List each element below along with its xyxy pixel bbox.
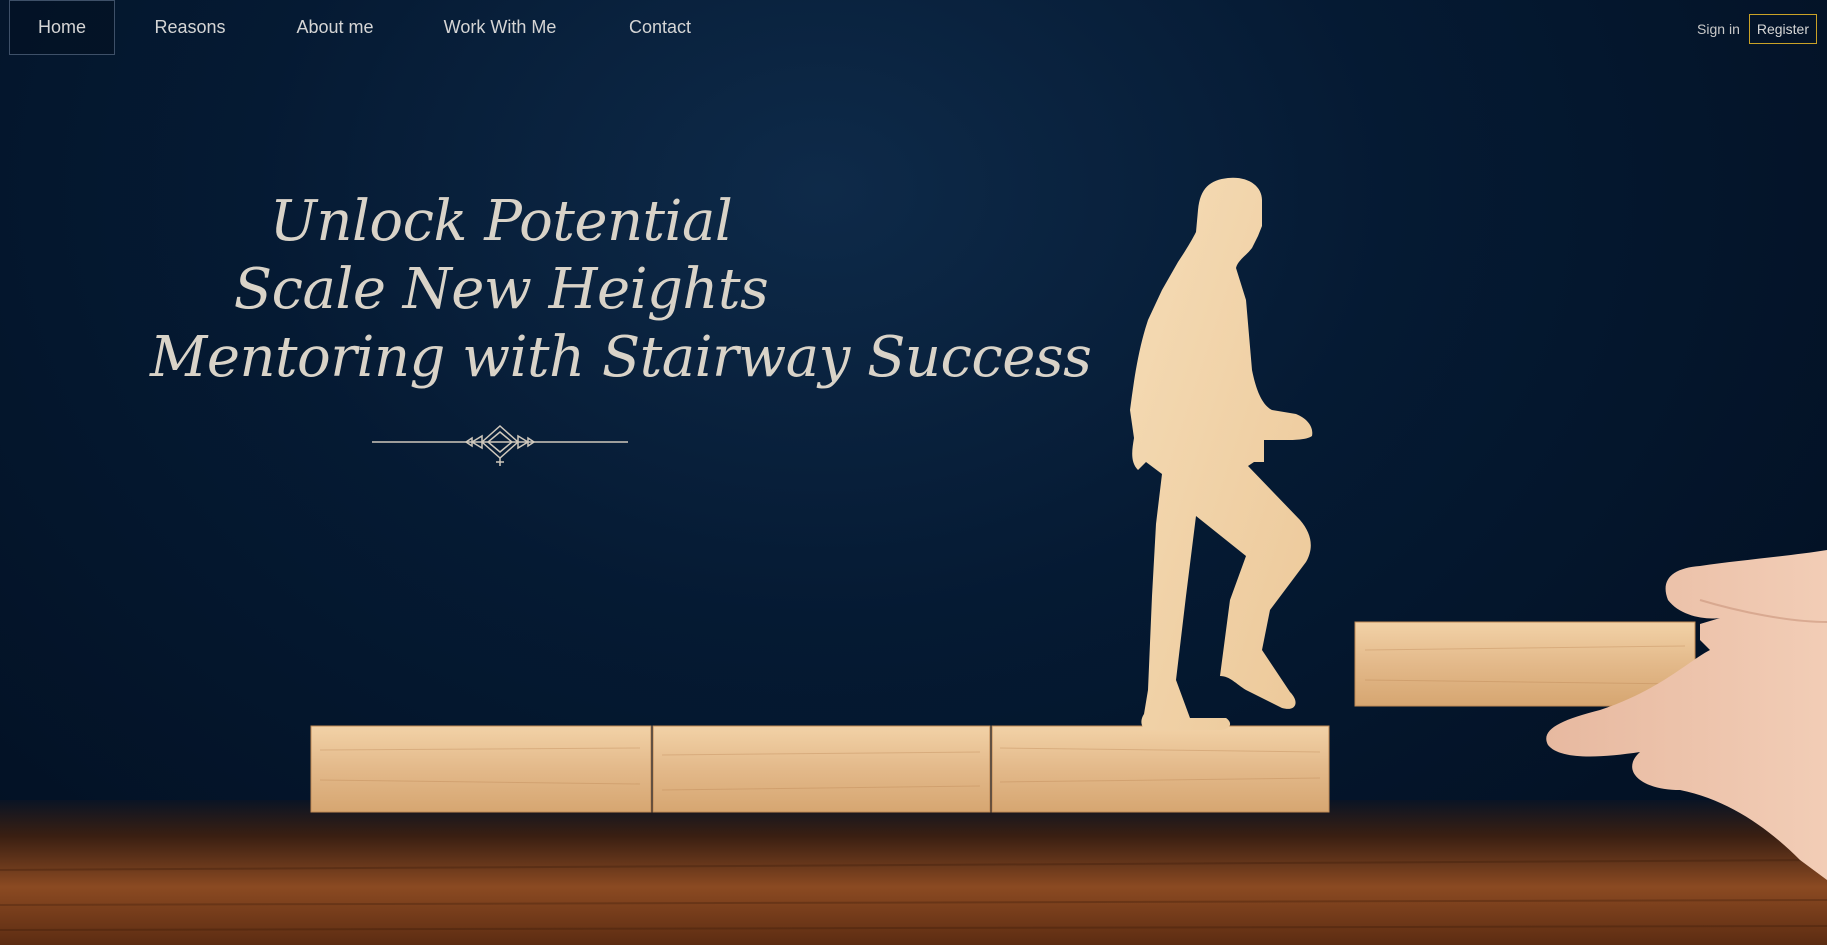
hero-line-1: Unlock Potential [269, 189, 733, 254]
hero-background [0, 0, 1827, 945]
nav-work-with-me[interactable]: Work With Me [405, 0, 595, 55]
nav-about-me[interactable]: About me [265, 0, 405, 55]
nav-contact[interactable]: Contact [595, 0, 725, 55]
nav-reasons[interactable]: Reasons [115, 0, 265, 55]
top-navigation: Home Reasons About me Work With Me Conta… [9, 0, 725, 55]
wooden-floor [0, 800, 1827, 945]
hero-tagline: Unlock Potential Scale New Heights Mento… [150, 188, 1092, 392]
nav-home[interactable]: Home [9, 0, 115, 55]
walking-figure [1130, 177, 1313, 730]
wooden-blocks [310, 621, 1696, 813]
sign-in-link[interactable]: Sign in [1697, 21, 1740, 37]
hero-line-2: Scale New Heights [233, 257, 769, 322]
hero-line-3: Mentoring with Stairway Success [150, 325, 1092, 390]
auth-links: Sign in Register [1697, 14, 1817, 44]
divider-ornament-icon [372, 424, 628, 473]
register-button[interactable]: Register [1748, 14, 1817, 44]
